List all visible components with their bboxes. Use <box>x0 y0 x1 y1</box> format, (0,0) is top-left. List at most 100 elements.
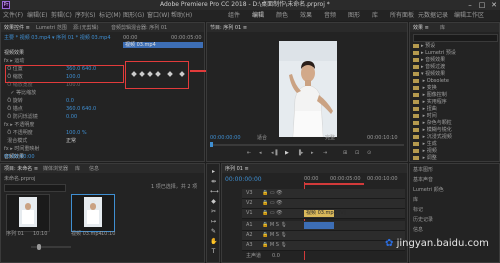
export-frame-button[interactable]: ⊙ <box>367 150 371 156</box>
project-item-thumb[interactable] <box>71 194 115 232</box>
project-search-input[interactable] <box>4 184 66 192</box>
tab-effect-controls[interactable]: 效果控件 ≡ <box>4 25 30 31</box>
panel-link[interactable]: 标记 <box>413 207 423 213</box>
step-back-button[interactable]: ◂ <box>259 150 262 156</box>
tree-item[interactable]: ▸ 杂色与颗粒 <box>413 120 499 127</box>
program-scrubber[interactable] <box>210 144 404 146</box>
fit-dropdown[interactable]: 适合 <box>257 135 267 141</box>
tab-lumetri-scopes[interactable]: Lumetri 范围 <box>36 25 67 31</box>
workspace-tab[interactable]: 组件 <box>228 12 240 19</box>
tree-item[interactable]: ▸ 预设 <box>413 43 499 50</box>
tab-sequence[interactable]: 序列 01 ≡ <box>225 166 249 172</box>
property-row[interactable]: Ö 缩放宽度 100.0 <box>4 82 119 90</box>
property-row[interactable]: fx ▸ 时间重映射 <box>4 146 119 154</box>
playhead-marker[interactable] <box>210 142 213 147</box>
track-label[interactable]: A1 <box>246 222 253 228</box>
go-to-in-button[interactable]: ⇤ <box>247 150 251 156</box>
track-label[interactable]: A3 <box>246 242 253 248</box>
menu-window[interactable]: 窗口(W) <box>147 12 170 19</box>
menu-file[interactable]: 文件(F) <box>3 12 23 19</box>
audio-clip[interactable] <box>304 222 334 229</box>
property-row[interactable]: ✓ 等比缩放 <box>4 90 119 98</box>
track-controls[interactable]: 🔒 ▭ 👁 <box>262 200 282 206</box>
play-button[interactable]: ▶ <box>285 150 289 156</box>
razor-tool-icon[interactable]: ✂ <box>210 208 217 215</box>
slip-tool-icon[interactable]: ↦ <box>210 218 217 225</box>
property-row[interactable]: Ö 不透明度 100.0 % <box>4 130 119 138</box>
effects-search-input[interactable] <box>413 34 498 42</box>
uniform-scale-checkbox[interactable]: ✓ 等比缩放 <box>10 90 36 96</box>
tab-effects[interactable]: 效果 ≡ <box>413 25 429 31</box>
tree-item[interactable]: ▾ 视频效果 <box>413 71 499 78</box>
hand-tool-icon[interactable]: ✋ <box>210 238 217 245</box>
workspace-tab[interactable]: 颜色 <box>276 12 288 19</box>
track-label[interactable]: V3 <box>246 190 253 196</box>
step-forward-frame-button[interactable]: ▐▸ <box>297 150 303 156</box>
tree-item[interactable]: ▸ 变换 <box>413 85 499 92</box>
workspace-tab[interactable]: 编辑 <box>252 12 264 19</box>
tree-item[interactable]: ▸ 时间 <box>413 113 499 120</box>
tab-source[interactable]: 源:(无剪辑) <box>73 25 99 31</box>
tree-item[interactable]: ▸ 生成 <box>413 141 499 148</box>
track-controls[interactable]: 🔒 M S 🎙 <box>262 242 287 248</box>
tree-item[interactable]: ▸ Obsolete <box>413 78 499 85</box>
tree-item[interactable]: ▸ 模糊与锐化 <box>413 127 499 134</box>
workspace-tab[interactable]: 库 <box>372 12 378 19</box>
video-clip[interactable]: 视频 03.mp4 [V] <box>304 210 346 217</box>
workspace-tab[interactable]: 元数据记录 <box>418 12 448 19</box>
selection-tool-icon[interactable]: ▸ <box>210 168 217 175</box>
tab-audio-mixer[interactable]: 音频剪辑混合器: 序列 01 <box>111 25 167 31</box>
workspace-tab[interactable]: 图形 <box>348 12 360 19</box>
pen-tool-icon[interactable]: ✎ <box>210 228 217 235</box>
workspace-tab[interactable]: 所有面板 <box>390 12 414 19</box>
property-row[interactable]: fx ▸ 不透明度 <box>4 122 119 130</box>
tree-item[interactable]: ▸ 视频 <box>413 148 499 155</box>
timeline-timecode[interactable]: 00:00:00:00 <box>225 176 262 183</box>
workspace-tab[interactable]: 效果 <box>300 12 312 19</box>
tree-item[interactable]: ▸ 沉浸式视频 <box>413 134 499 141</box>
menu-edit[interactable]: 编辑(E) <box>27 12 47 19</box>
tab-info[interactable]: 信息 <box>89 166 99 172</box>
extract-button[interactable]: ⊡ <box>355 150 359 156</box>
property-row[interactable]: Ö 锚点 360.0 640.0 <box>4 106 119 114</box>
workspace-tab[interactable]: 编辑工作区 <box>454 12 484 19</box>
property-row[interactable]: 混合模式 正常 <box>4 138 119 146</box>
program-timecode[interactable]: 00:00:00:00 <box>210 135 241 141</box>
blend-mode-value[interactable]: 正常 <box>66 138 76 144</box>
menu-graphics[interactable]: 图形(G) <box>123 12 144 19</box>
master-value[interactable]: 0.0 <box>272 253 280 259</box>
quality-dropdown[interactable]: 完整 <box>325 135 335 141</box>
panel-link[interactable]: Lumetri 颜色 <box>413 187 444 193</box>
menu-marker[interactable]: 标记(M) <box>99 12 121 19</box>
step-forward-button[interactable]: ▸ <box>311 150 314 156</box>
minimize-icon[interactable]: – <box>464 0 476 10</box>
flicker-value[interactable]: 0.00 <box>66 114 77 120</box>
panel-link[interactable]: 基本声音 <box>413 177 433 183</box>
track-label[interactable]: A2 <box>246 232 253 238</box>
opacity-value[interactable]: 100.0 % <box>66 130 87 136</box>
track-controls[interactable]: 🔒 ▭ 👁 <box>262 210 282 216</box>
project-item-thumb[interactable] <box>6 194 50 232</box>
tree-item[interactable]: ▸ 图像控制 <box>413 92 499 99</box>
tab-project[interactable]: 项目: 未命名 ≡ <box>4 166 38 172</box>
step-back-frame-button[interactable]: ◂▐ <box>271 150 277 156</box>
panel-link[interactable]: 历史记录 <box>413 217 433 223</box>
maximize-icon[interactable]: □ <box>476 0 488 10</box>
track-label[interactable]: V2 <box>246 200 253 206</box>
ec-timecode[interactable]: 00:00:00:00 <box>4 154 35 160</box>
tab-media-browser[interactable]: 媒体浏览器 <box>43 166 68 172</box>
tab-libraries[interactable]: 库 <box>440 25 445 31</box>
menu-help[interactable]: 帮助(H) <box>171 12 192 19</box>
tree-item[interactable]: ▸ 音频过渡 <box>413 64 499 71</box>
track-controls[interactable]: 🔒 M S 🎙 <box>262 232 287 238</box>
panel-link[interactable]: 基本图形 <box>413 167 433 173</box>
rate-stretch-tool-icon[interactable]: ◆ <box>210 198 217 205</box>
track-controls[interactable]: 🔒 M S 🎙 <box>262 222 287 228</box>
ripple-edit-tool-icon[interactable]: ⟷ <box>210 188 219 195</box>
property-row[interactable]: Ö 旋转 0.0 <box>4 98 119 106</box>
track-select-tool-icon[interactable]: ⇹ <box>210 178 217 185</box>
close-icon[interactable]: ✕ <box>488 0 500 10</box>
go-to-out-button[interactable]: ⇥ <box>323 150 327 156</box>
panel-link[interactable]: 信息 <box>413 227 423 233</box>
lift-button[interactable]: ⊞ <box>343 150 347 156</box>
